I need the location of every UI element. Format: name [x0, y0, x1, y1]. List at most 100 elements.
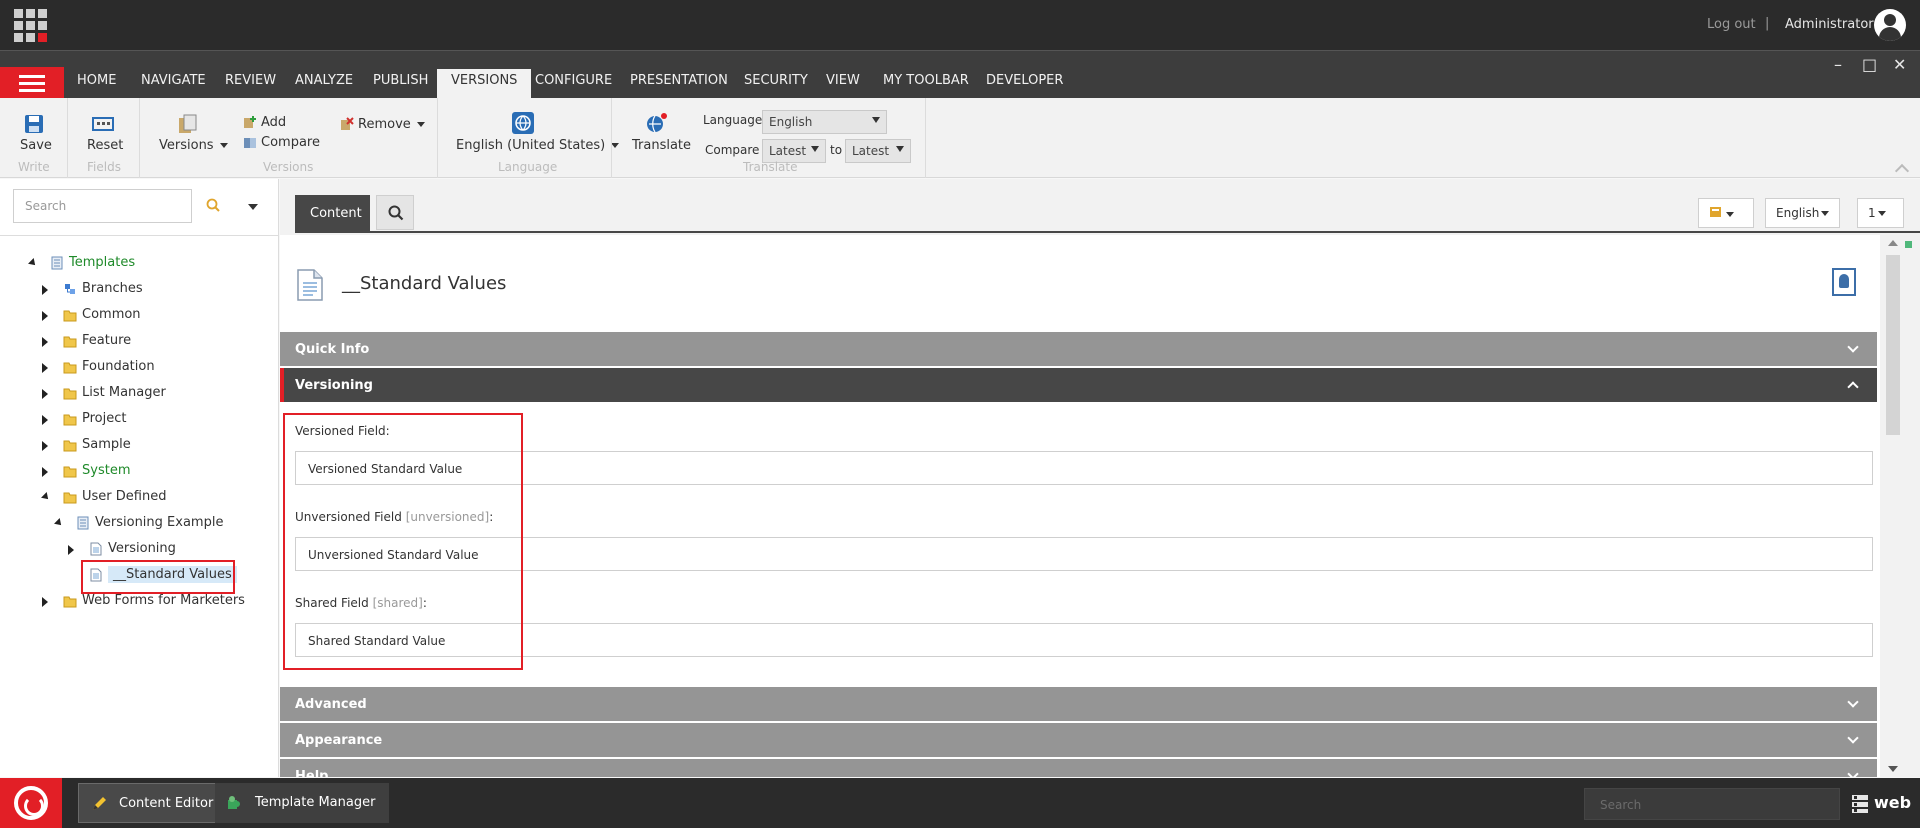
tree-item[interactable]: Feature: [0, 332, 279, 352]
tree-item-label: User Defined: [82, 489, 167, 504]
shared-field-input[interactable]: Shared Standard Value: [295, 623, 1873, 657]
add-version-button[interactable]: Add: [261, 115, 286, 130]
tree-item[interactable]: Common: [0, 306, 279, 326]
search-options-dropdown[interactable]: [248, 204, 258, 210]
close-icon[interactable]: ✕: [1893, 55, 1906, 74]
tree-collapse-icon[interactable]: [54, 518, 64, 528]
tree-item[interactable]: Web Forms for Marketers: [0, 592, 279, 612]
database-name[interactable]: web: [1874, 793, 1911, 812]
tree-item[interactable]: Sample: [0, 436, 279, 456]
section-appearance[interactable]: Appearance: [280, 723, 1877, 757]
template-icon: [76, 516, 90, 534]
tree-item[interactable]: User Defined: [0, 488, 279, 508]
tree-expand-icon[interactable]: [42, 285, 48, 295]
tree-item-label: Web Forms for Marketers: [82, 593, 245, 608]
tree-item[interactable]: Foundation: [0, 358, 279, 378]
versions-icon[interactable]: [177, 114, 199, 134]
tree-item[interactable]: Project: [0, 410, 279, 430]
save-icon[interactable]: [24, 114, 44, 134]
tree-item[interactable]: Templates: [0, 254, 279, 274]
sitecore-start-icon[interactable]: [0, 778, 62, 828]
tree-item[interactable]: Branches: [0, 280, 279, 300]
section-quick-info[interactable]: Quick Info: [280, 332, 1877, 366]
tree-expand-icon[interactable]: [42, 467, 48, 477]
section-versioning[interactable]: Versioning: [280, 368, 1877, 402]
tree-item[interactable]: System: [0, 462, 279, 482]
save-button[interactable]: Save: [20, 138, 52, 153]
compare-button[interactable]: Compare: [261, 135, 320, 150]
tree-expand-icon[interactable]: [42, 311, 48, 321]
item-owner-icon[interactable]: [1832, 268, 1856, 296]
translate-icon[interactable]: [645, 112, 669, 134]
editor-version-dropdown[interactable]: 1: [1857, 198, 1904, 228]
tab-content[interactable]: Content: [295, 195, 370, 232]
add-version-icon[interactable]: [243, 115, 257, 129]
unversioned-field-input[interactable]: Unversioned Standard Value: [295, 537, 1873, 571]
scroll-up-icon[interactable]: [1888, 240, 1898, 246]
search-icon[interactable]: [206, 198, 220, 212]
compare-to-select[interactable]: Latest: [845, 139, 911, 163]
reset-button[interactable]: Reset: [87, 138, 123, 153]
content-editor-button[interactable]: Content Editor: [78, 783, 229, 823]
tab-security[interactable]: SECURITY: [744, 73, 808, 88]
editor-scrollbar[interactable]: [1881, 235, 1903, 777]
versions-dropdown[interactable]: Versions: [159, 138, 228, 153]
tab-view[interactable]: VIEW: [826, 73, 860, 88]
globe-icon[interactable]: [512, 112, 534, 134]
tree-item[interactable]: Versioning: [0, 540, 279, 560]
compare-icon[interactable]: [243, 136, 257, 150]
tree-expand-icon[interactable]: [42, 415, 48, 425]
tab-my-toolbar[interactable]: MY TOOLBAR: [883, 73, 969, 88]
section-appearance-label: Appearance: [295, 733, 383, 748]
app-launcher-icon[interactable]: [14, 9, 47, 42]
scroll-thumb[interactable]: [1886, 255, 1900, 435]
tab-versions[interactable]: VERSIONS: [437, 69, 532, 99]
remove-version-dropdown[interactable]: Remove: [358, 117, 425, 132]
section-advanced[interactable]: Advanced: [280, 687, 1877, 721]
tab-developer[interactable]: DEVELOPER: [986, 73, 1063, 88]
remove-version-icon[interactable]: [340, 117, 354, 131]
tree-expand-icon[interactable]: [42, 389, 48, 399]
template-manager-button[interactable]: Template Manager: [215, 783, 390, 823]
language-dropdown[interactable]: English (United States): [456, 138, 620, 153]
tab-configure[interactable]: CONFIGURE: [535, 73, 612, 88]
translate-language-select[interactable]: English: [762, 110, 887, 134]
tree-collapse-icon[interactable]: [28, 258, 38, 268]
group-fields-label: Fields: [87, 160, 121, 174]
tree-expand-icon[interactable]: [42, 337, 48, 347]
tree-search-input[interactable]: Search: [13, 189, 192, 223]
tree-expand-icon[interactable]: [42, 363, 48, 373]
avatar[interactable]: [1874, 9, 1906, 41]
section-help[interactable]: Help: [280, 759, 1877, 777]
tree-collapse-icon[interactable]: [41, 492, 51, 502]
tab-home[interactable]: HOME: [77, 73, 116, 88]
database-icon[interactable]: [1851, 794, 1869, 814]
tab-analyze[interactable]: ANALYZE: [295, 73, 353, 88]
tab-publish[interactable]: PUBLISH: [373, 73, 428, 88]
collapse-ribbon-icon[interactable]: [1894, 163, 1910, 179]
editor-language-dropdown[interactable]: English: [1765, 198, 1841, 228]
translate-button[interactable]: Translate: [632, 138, 691, 153]
tab-presentation[interactable]: PRESENTATION: [630, 73, 728, 88]
tree-item[interactable]: List Manager: [0, 384, 279, 404]
menu-icon[interactable]: [0, 67, 64, 99]
puzzle-icon: [228, 796, 240, 809]
content-tree-panel: Search Templates Branches Common Feature Fou…: [0, 179, 279, 777]
tree-expand-icon[interactable]: [68, 545, 74, 555]
tree-item[interactable]: Versioning Example: [0, 514, 279, 534]
reset-icon[interactable]: [92, 116, 114, 132]
logout-link[interactable]: Log out: [1707, 17, 1756, 32]
editor-panel: __Standard Values Quick Info Versioning …: [280, 235, 1880, 777]
editor-search-tab[interactable]: [376, 195, 414, 230]
user-name[interactable]: Administrator: [1785, 17, 1874, 32]
scroll-down-icon[interactable]: [1888, 766, 1898, 772]
tab-navigate[interactable]: NAVIGATE: [141, 73, 206, 88]
maximize-icon[interactable]: □: [1862, 55, 1877, 74]
tree-expand-icon[interactable]: [42, 597, 48, 607]
tree-expand-icon[interactable]: [42, 441, 48, 451]
taskbar-search-input[interactable]: Search: [1584, 788, 1840, 820]
versioned-field-input[interactable]: Versioned Standard Value: [295, 451, 1873, 485]
minimize-icon[interactable]: –: [1834, 55, 1842, 74]
tab-review[interactable]: REVIEW: [225, 73, 276, 88]
item-options-dropdown[interactable]: [1698, 198, 1754, 228]
